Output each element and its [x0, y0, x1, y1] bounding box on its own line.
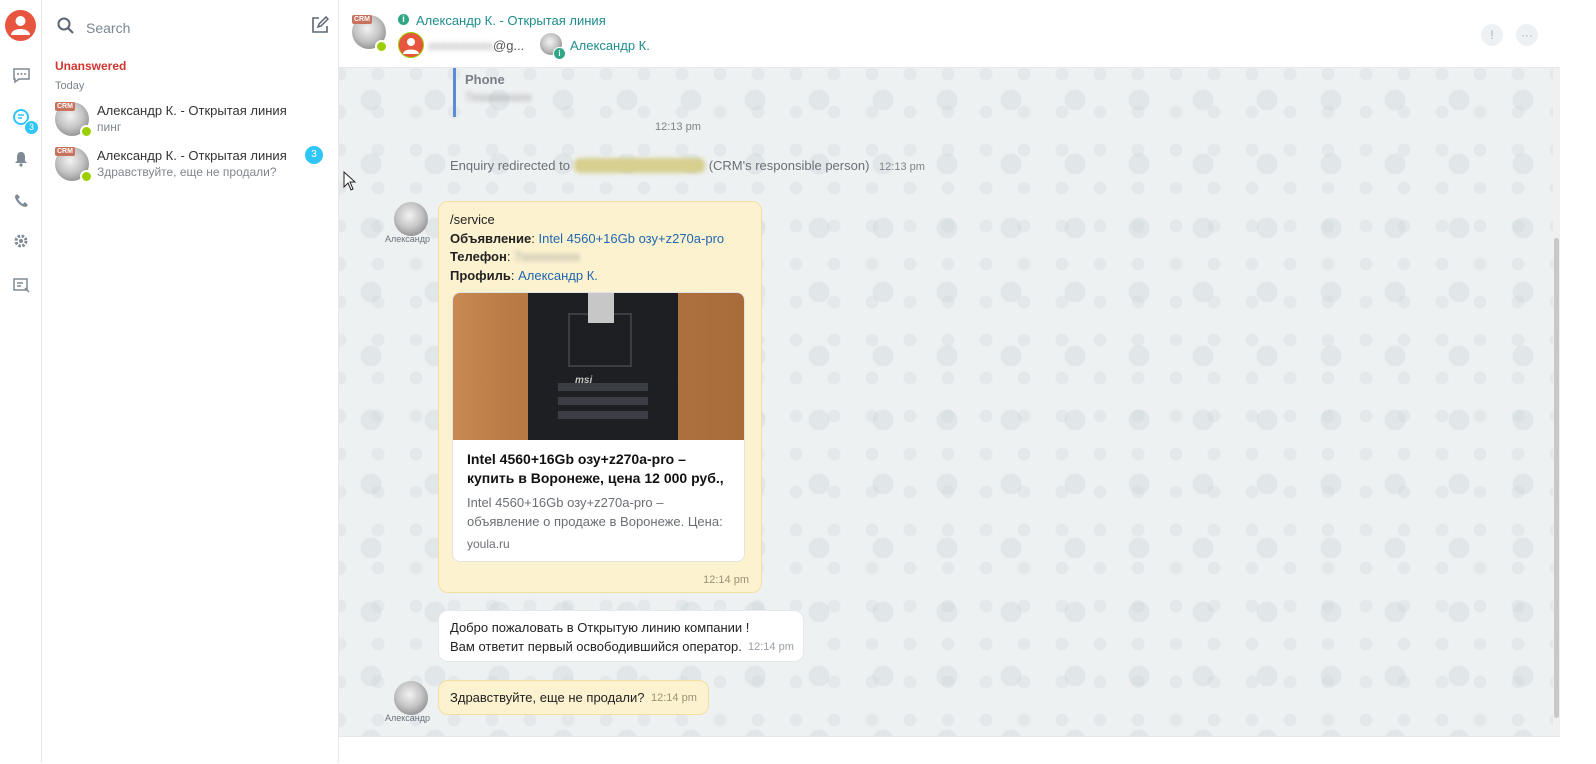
recent-item[interactable]: CRM Александр К. - Открытая линия пинг — [42, 99, 338, 143]
phone-line: Телефон: 7xxxxxxxxx — [450, 249, 580, 264]
author-name: Александр — [385, 234, 431, 244]
operator-info-icon: i — [553, 47, 566, 60]
chat-icon[interactable] — [11, 66, 31, 86]
info-icon[interactable]: i — [398, 14, 409, 25]
system-message: Enquiry redirected to xxxxxxxxxxxxxxxxxx… — [450, 158, 925, 173]
author-name: Александр — [385, 713, 431, 723]
section-date: Today — [55, 80, 85, 92]
quote-label: Phone — [465, 72, 505, 87]
bell-icon[interactable] — [11, 149, 31, 169]
message-bubble: Добро пожаловать в Открытую линию компан… — [438, 610, 804, 662]
user-avatar-icon[interactable] — [5, 10, 36, 41]
section-title-unanswered: Unanswered — [55, 59, 127, 73]
responsible-email[interactable]: xxxxxxxxxx@g... — [428, 38, 524, 53]
preview-site: youla.ru — [467, 537, 510, 551]
mouse-cursor-icon — [343, 170, 357, 194]
unread-count-badge: 3 — [305, 146, 323, 164]
online-indicator — [80, 170, 93, 183]
message-time: 12:14 pm — [703, 574, 749, 586]
operator-name[interactable]: Александр К. — [570, 38, 650, 53]
message-text: Добро пожаловать в Открытую линию компан… — [450, 620, 750, 635]
command-text: /service — [450, 212, 495, 227]
alert-icon[interactable]: ! — [1481, 24, 1503, 46]
chat-header: CRM i Александр К. - Открытая линия xxxx… — [339, 0, 1560, 68]
responsible-avatar[interactable] — [398, 32, 424, 58]
brand-logo: msi — [575, 375, 593, 386]
recent-item-message: пинг — [97, 120, 122, 134]
cooler-image — [588, 293, 614, 323]
notes-icon[interactable] — [11, 275, 31, 295]
message-text: Вам ответит первый освободившийся операт… — [450, 639, 742, 654]
preview-description: Intel 4560+16Gb озу+z270a-pro – объявлен… — [467, 495, 723, 529]
link-preview-card[interactable]: msi Intel 4560+16Gb озу+z270a-pro – купи… — [452, 292, 745, 562]
redacted-email: xxxxxxxxxxxxxxxxxxx — [573, 158, 706, 173]
message-time: 12:14 pm — [651, 692, 697, 704]
crm-badge: CRM — [352, 15, 372, 24]
preview-title[interactable]: Intel 4560+16Gb озу+z270a-pro – купить в… — [467, 450, 727, 488]
user-avatar[interactable] — [394, 202, 428, 236]
search-input[interactable] — [84, 16, 288, 40]
recent-item-name: Александр К. - Открытая линия — [97, 148, 287, 163]
recent-item-name: Александр К. - Открытая линия — [97, 103, 287, 118]
recent-list-panel: Unanswered Today CRM Александр К. - Откр… — [42, 0, 339, 763]
profile-link[interactable]: Александр К. — [518, 268, 598, 283]
crm-badge: CRM — [55, 102, 75, 111]
scrollbar-thumb[interactable] — [1554, 238, 1559, 718]
more-icon[interactable]: ··· — [1516, 24, 1538, 46]
user-avatar[interactable] — [394, 681, 428, 715]
message-bubble: Здравствуйте, еще не продали? 12:14 pm — [438, 680, 709, 715]
message-text: Здравствуйте, еще не продали? — [450, 690, 645, 705]
chat-title[interactable]: Александр К. - Открытая линия — [416, 13, 606, 28]
ad-link[interactable]: Intel 4560+16Gb озу+z270a-pro — [538, 231, 724, 246]
left-rail: 3 — [0, 0, 42, 763]
open-lines-badge: 3 — [24, 120, 39, 135]
message-time: 12:13 pm — [879, 161, 925, 173]
message-composer[interactable] — [339, 736, 1560, 764]
recent-item-message: Здравствуйте, еще не продали? — [97, 165, 277, 179]
quoted-block: Phone 7xxxxxxxxxx — [453, 68, 666, 117]
recent-item[interactable]: CRM Александр К. - Открытая линия Здравс… — [42, 144, 338, 188]
search-bar — [54, 12, 330, 42]
message-time: 12:14 pm — [748, 641, 794, 653]
gear-icon[interactable] — [11, 231, 31, 251]
phone-icon[interactable] — [11, 190, 31, 210]
preview-image: msi — [453, 293, 744, 440]
chat-messages[interactable]: Phone 7xxxxxxxxxx 12:13 pm Enquiry redir… — [339, 68, 1553, 736]
crm-badge: CRM — [55, 147, 75, 156]
search-icon — [57, 17, 75, 38]
online-indicator — [375, 40, 388, 53]
chat-scrollbar[interactable] — [1553, 68, 1560, 736]
message-bubble: /service Объявление: Intel 4560+16Gb озу… — [438, 201, 762, 593]
quote-value: 7xxxxxxxxxx — [465, 90, 532, 104]
ad-line: Объявление: Intel 4560+16Gb озу+z270a-pr… — [450, 231, 725, 246]
compose-icon[interactable] — [311, 15, 330, 37]
message-time: 12:13 pm — [655, 121, 701, 133]
online-indicator — [80, 125, 93, 138]
profile-line: Профиль: Александр К. — [450, 268, 598, 283]
